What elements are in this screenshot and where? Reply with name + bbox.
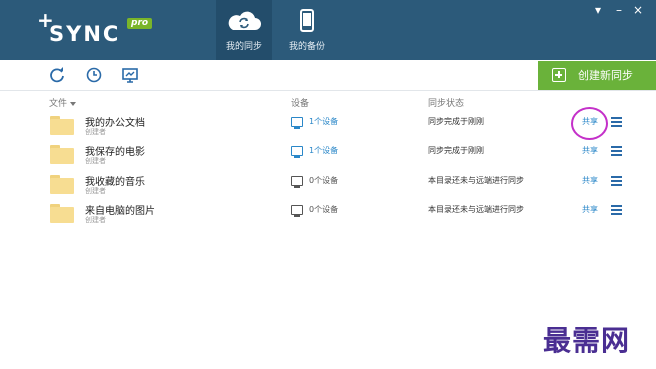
phone-icon xyxy=(300,9,314,32)
list-item[interactable]: 我收藏的音乐 创建者 0个设备 本目录还未与远端进行同步 共享 xyxy=(0,173,656,203)
menu-icon[interactable] xyxy=(611,117,622,127)
logo-text: SYNC xyxy=(49,22,121,46)
tab-my-sync[interactable]: 我的同步 xyxy=(216,0,272,60)
device-count-link[interactable]: 1个设备 xyxy=(309,145,338,156)
logo-pro-badge: pro xyxy=(127,18,153,29)
device-icon xyxy=(291,205,303,217)
folder-owner: 创建者 xyxy=(85,157,106,165)
folder-owner: 创建者 xyxy=(85,216,106,224)
refresh-icon[interactable] xyxy=(48,66,66,84)
dropdown-icon[interactable]: ▾ xyxy=(591,2,605,18)
folder-owner: 创建者 xyxy=(85,187,106,195)
create-new-sync-button[interactable]: 创建新同步 xyxy=(538,61,656,90)
share-link[interactable]: 共享 xyxy=(582,175,598,186)
tab-my-backup[interactable]: 我的备份 xyxy=(279,0,335,60)
history-clock-icon[interactable] xyxy=(85,66,103,84)
device-count-link[interactable]: 0个设备 xyxy=(309,175,338,186)
column-header-file[interactable]: 文件 xyxy=(49,96,77,109)
menu-icon[interactable] xyxy=(611,146,622,156)
menu-icon[interactable] xyxy=(611,176,622,186)
folder-icon xyxy=(50,145,74,164)
minimize-button[interactable]: – xyxy=(612,2,626,18)
device-icon xyxy=(291,176,303,188)
add-icon xyxy=(552,68,566,82)
share-highlight-circle xyxy=(571,107,608,140)
close-button[interactable]: × xyxy=(631,2,645,18)
menu-icon[interactable] xyxy=(611,205,622,215)
share-link[interactable]: 共享 xyxy=(582,145,598,156)
tab-my-sync-label: 我的同步 xyxy=(225,42,262,52)
toolbar-divider xyxy=(0,90,656,91)
list-item[interactable]: 我保存的电影 创建者 1个设备 同步完成于刚刚 共享 xyxy=(0,143,656,173)
cloud-sync-icon xyxy=(228,11,261,30)
tab-my-backup-label: 我的备份 xyxy=(288,42,325,52)
app-header: + SYNC pro 我的同步 我的备份 ▾ – × xyxy=(0,0,656,60)
device-icon xyxy=(291,146,303,158)
sync-status: 同步完成于刚刚 xyxy=(428,146,484,155)
column-header-status: 同步状态 xyxy=(428,99,465,109)
create-new-sync-label: 创建新同步 xyxy=(578,69,633,82)
folder-icon xyxy=(50,116,74,135)
list-item[interactable]: 我的办公文档 创建者 1个设备 同步完成于刚刚 共享 xyxy=(0,114,656,144)
column-header-device: 设备 xyxy=(291,99,310,109)
device-icon xyxy=(291,117,303,129)
sync-status: 同步完成于刚刚 xyxy=(428,117,484,126)
column-file-label: 文件 xyxy=(49,99,68,109)
device-count-link[interactable]: 1个设备 xyxy=(309,116,338,127)
sync-status: 本目录还未与远端进行同步 xyxy=(428,176,524,185)
watermark: 最需网 xyxy=(543,324,631,357)
sync-status: 本目录还未与远端进行同步 xyxy=(428,205,524,214)
device-count-link[interactable]: 0个设备 xyxy=(309,204,338,215)
sort-caret-icon xyxy=(70,101,77,106)
share-link[interactable]: 共享 xyxy=(582,204,598,215)
list-item[interactable]: 来自电脑的图片 创建者 0个设备 本目录还未与远端进行同步 共享 xyxy=(0,202,656,232)
monitor-icon[interactable] xyxy=(121,66,139,84)
app-logo: + SYNC pro xyxy=(35,10,175,52)
folder-owner: 创建者 xyxy=(85,128,106,136)
folder-icon xyxy=(50,204,74,223)
folder-icon xyxy=(50,175,74,194)
